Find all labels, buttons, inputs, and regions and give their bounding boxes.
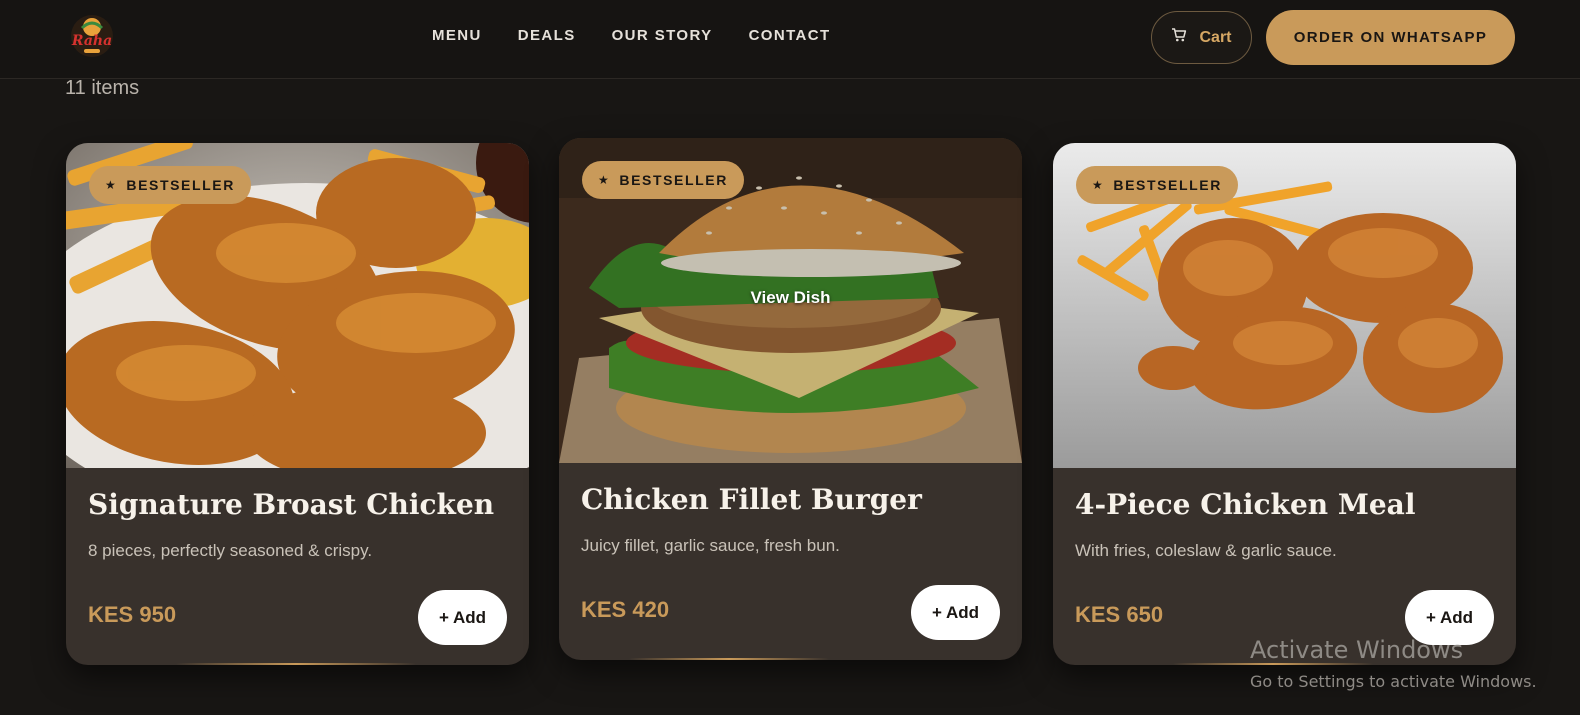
nav-deals-link[interactable]: DEALS [518, 27, 576, 44]
dish-title: Chicken Fillet Burger [581, 483, 922, 516]
bestseller-badge: ★ BESTSELLER [582, 161, 744, 199]
raha-logo-icon[interactable]: Raha [68, 12, 116, 60]
dish-price: KES 420 [581, 597, 670, 622]
watermark-subtitle: Go to Settings to activate Windows. [1250, 672, 1537, 691]
add-to-cart-button[interactable]: + Add [911, 585, 1000, 640]
windows-activation-watermark: Activate Windows Go to Settings to activ… [1250, 636, 1537, 691]
badge-label: BESTSELLER [1113, 177, 1222, 193]
watermark-title: Activate Windows [1250, 636, 1464, 664]
card-accent-line [176, 663, 416, 665]
star-icon: ★ [105, 178, 118, 192]
dish-description: Juicy fillet, garlic sauce, fresh bun. [581, 536, 840, 555]
order-whatsapp-button[interactable]: ORDER ON WHATSAPP [1266, 10, 1515, 65]
bestseller-badge: ★ BESTSELLER [1076, 166, 1238, 204]
card-body: Chicken Fillet Burger Juicy fillet, garl… [559, 463, 1022, 660]
badge-label: BESTSELLER [619, 172, 728, 188]
nav-our-story-link[interactable]: OUR STORY [612, 27, 713, 44]
dish-description: With fries, coleslaw & garlic sauce. [1075, 541, 1337, 560]
cart-button[interactable]: Cart [1151, 11, 1252, 64]
nav-contact-link[interactable]: CONTACT [749, 27, 831, 44]
site-header: Raha MENU DEALS OUR STORY CONTACT Cart O… [0, 0, 1580, 79]
dish-title: Signature Broast Chicken [88, 488, 495, 521]
dish-price: KES 950 [88, 602, 177, 627]
nav-menu-link[interactable]: MENU [432, 27, 482, 44]
menu-card[interactable]: ★ BESTSELLER 4-Piece Chicken Meal With f… [1053, 143, 1516, 665]
star-icon: ★ [598, 173, 611, 187]
menu-card[interactable]: ★ BESTSELLER Signature Broast Chicken 8 … [66, 143, 529, 665]
dish-image[interactable]: ★ BESTSELLER [1053, 143, 1516, 468]
add-to-cart-button[interactable]: + Add [418, 590, 507, 645]
dish-description: 8 pieces, perfectly seasoned & crispy. [88, 541, 373, 560]
svg-text:Raha: Raha [71, 33, 112, 49]
dish-image[interactable]: ★ BESTSELLER [66, 143, 529, 468]
star-icon: ★ [1092, 178, 1105, 192]
cart-icon [1171, 27, 1187, 48]
view-dish-overlay[interactable]: View Dish [559, 288, 1022, 308]
card-body: Signature Broast Chicken 8 pieces, perfe… [66, 468, 529, 665]
bestseller-badge: ★ BESTSELLER [89, 166, 251, 204]
cart-label: Cart [1199, 28, 1232, 46]
menu-card[interactable]: ★ BESTSELLER View Dish Chicken Fillet Bu… [559, 138, 1022, 660]
dish-price: KES 650 [1075, 602, 1164, 627]
dish-title: 4-Piece Chicken Meal [1075, 488, 1416, 521]
badge-label: BESTSELLER [126, 177, 235, 193]
dish-image[interactable]: ★ BESTSELLER View Dish [559, 138, 1022, 463]
main-nav: MENU DEALS OUR STORY CONTACT [432, 27, 831, 44]
item-count: 11 items [65, 77, 140, 99]
card-accent-line [629, 658, 829, 660]
